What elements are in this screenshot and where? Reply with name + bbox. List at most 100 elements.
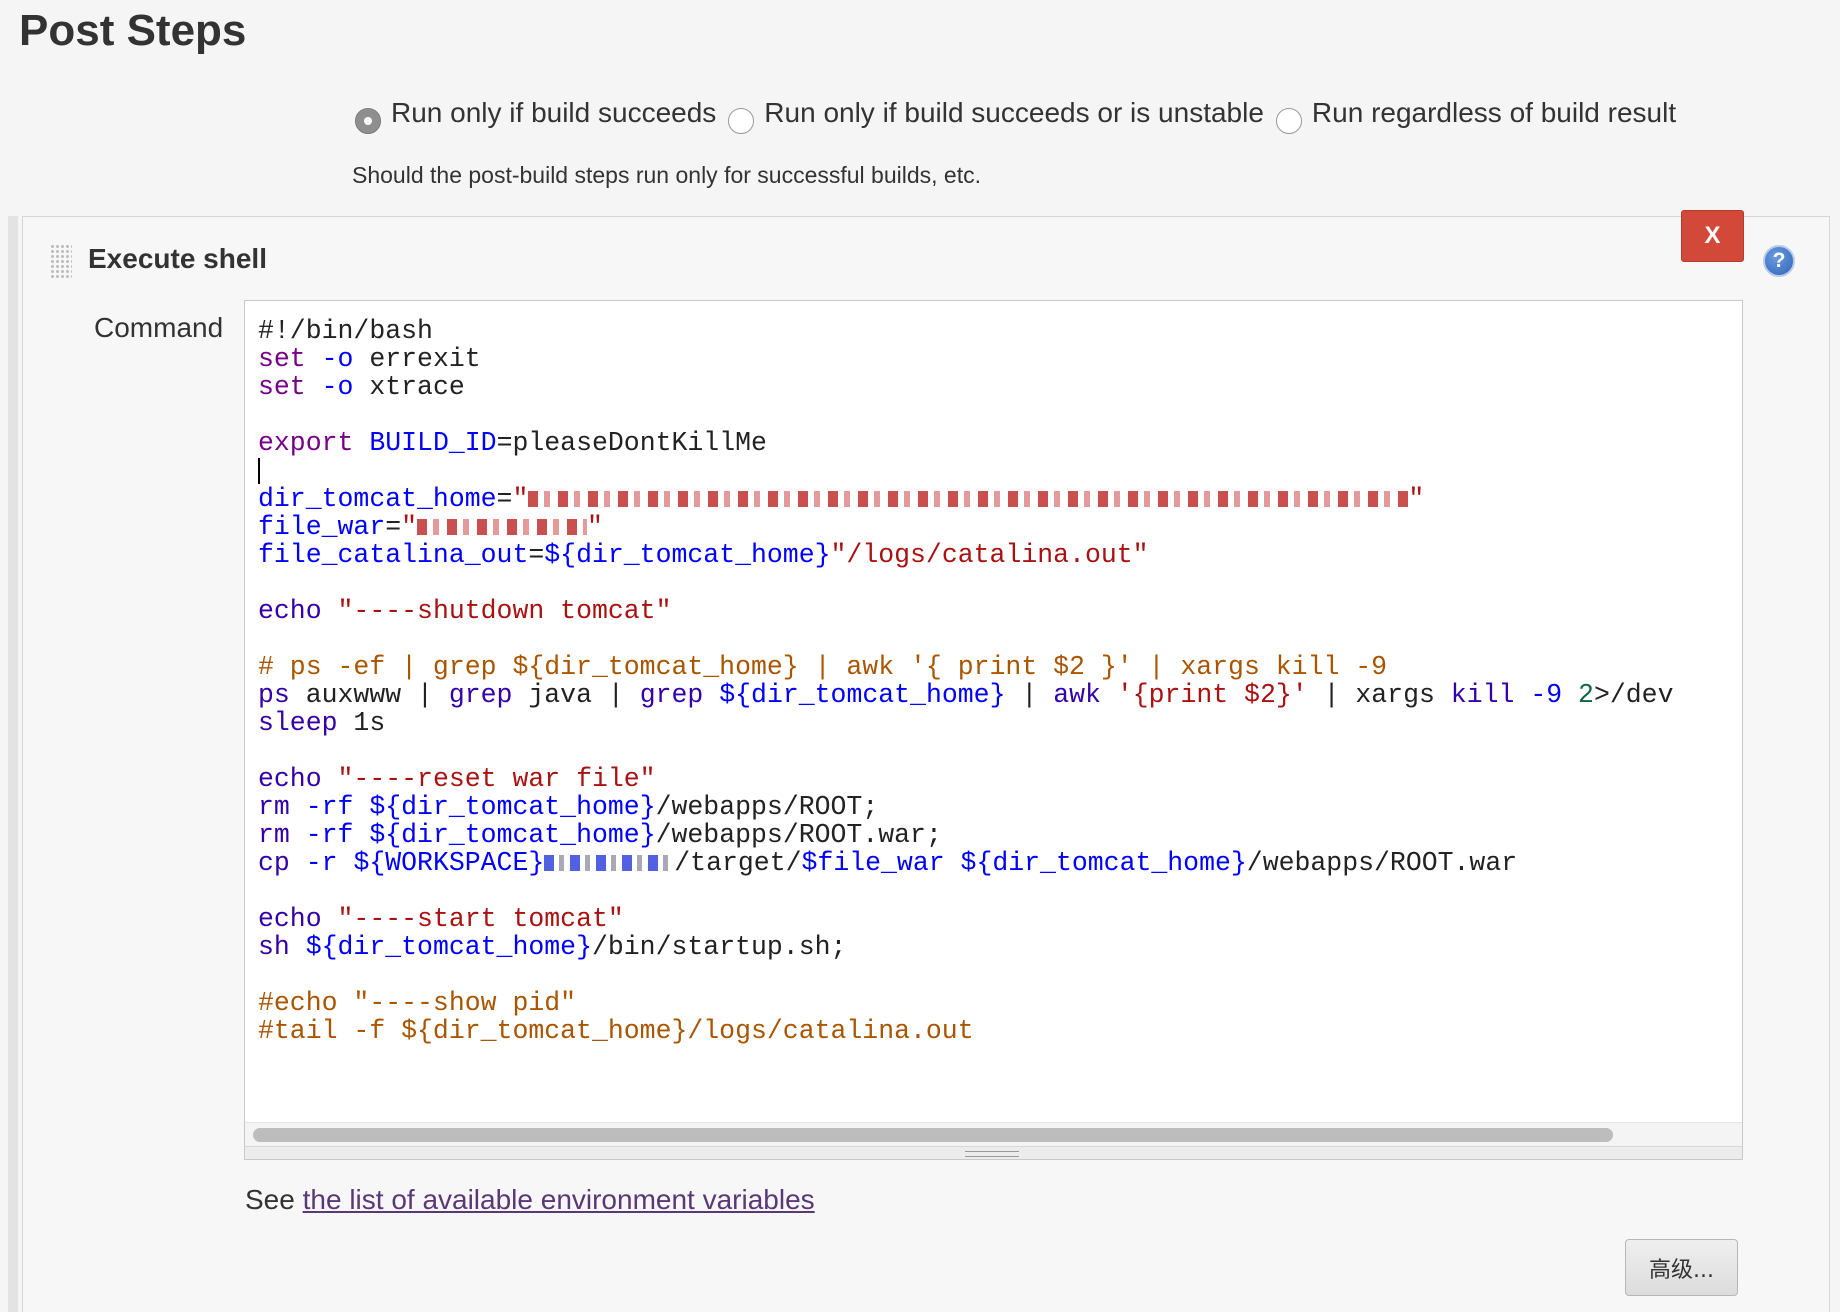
advanced-button[interactable]: 高级... [1625,1239,1738,1296]
code-token: -9 [1530,680,1563,710]
command-editor[interactable]: #!/bin/bash set -o errexit set -o xtrace e… [244,300,1743,1160]
code-token: "----start tomcat" [337,904,624,934]
command-label: Command [94,312,224,343]
code-token: $file_war [801,848,945,878]
code-token: ${dir_tomcat_home} [369,792,656,822]
code-token: = [496,484,513,514]
code-token: set [258,372,306,402]
code-token: BUILD_ID [369,428,497,458]
horizontal-scrollbar[interactable] [245,1122,1742,1147]
redacted-project [544,855,675,871]
code-token: java | [512,680,640,710]
radio-button[interactable] [1275,108,1302,134]
code-comment: #tail -f ${dir_tomcat_home}/logs/catalin… [258,1016,974,1046]
code-token: xtrace [369,372,465,402]
code-token: /target/ [674,848,802,878]
code-token: -r [305,848,338,878]
step-title: Execute shell [88,243,267,274]
code-token: " [1408,484,1425,514]
code-token: 2 [1578,680,1594,710]
code-token: | [1005,680,1054,710]
drag-handle-icon[interactable] [50,244,72,278]
code-token: set [258,344,306,374]
code-token: = [528,540,545,570]
code-token: = [385,512,402,542]
scrollbar-thumb[interactable] [253,1128,1613,1142]
radio-label: Run regardless of build result [1311,97,1677,128]
code-token: = [496,428,513,458]
editor-resize-handle[interactable] [245,1146,1742,1159]
code-token: "----reset war file" [337,764,656,794]
code-token: echo [258,596,322,626]
env-prefix: See [245,1184,303,1215]
code-token: rm [258,792,290,822]
code-token: auxwww | [289,680,449,710]
code-token: echo [258,764,322,794]
code-token: -rf [305,820,354,850]
code-token: " [512,484,529,514]
code-token: " [401,512,418,542]
code-token: ${dir_tomcat_home} [960,848,1247,878]
code-token: >/dev [1593,680,1674,710]
code-token: /webapps/ROOT.war [1246,848,1518,878]
code-token: rm [258,820,290,850]
code-token: errexit [369,344,481,374]
code-token: ${dir_tomcat_home} [719,680,1006,710]
radio-label: Run only if build succeeds or is unstabl… [764,97,1264,128]
radio-label: Run only if build succeeds [391,97,717,128]
redacted-path [528,491,1409,507]
code-token: 1s [337,708,386,738]
code-token: | xargs [1307,680,1451,710]
help-icon[interactable]: ? [1763,245,1795,277]
code-token: awk [1053,680,1101,710]
code-token: ps [258,680,290,710]
code-token: /bin/startup.sh; [591,932,847,962]
radio-run-if-succeeds[interactable]: Run only if build succeeds [355,97,717,134]
code-token: export [258,428,354,458]
redacted-filename [417,519,588,535]
code-token: grep [448,680,513,710]
radio-run-regardless[interactable]: Run regardless of build result [1275,97,1677,134]
code-token: -o [321,344,354,374]
run-condition-help: Should the post-build steps run only for… [352,162,982,188]
code-token: file_war [258,512,386,542]
delete-step-button[interactable]: X [1681,210,1744,262]
code-token: ${WORKSPACE} [353,848,545,878]
code-token: echo [258,904,322,934]
run-condition-radio-group: Run only if build succeeds Run only if b… [355,97,1688,134]
code-token: #!/bin/bash [258,316,433,346]
code-token: " [587,512,603,542]
code-token: ${dir_tomcat_home} [305,932,592,962]
code-token: -rf [305,792,354,822]
code-token: sh [258,932,290,962]
radio-run-if-succeeds-or-unstable[interactable]: Run only if build succeeds or is unstabl… [728,97,1264,134]
section-left-bar [8,216,18,1312]
code-token: ${dir_tomcat_home} [544,540,831,570]
command-code[interactable]: #!/bin/bash set -o errexit set -o xtrace e… [258,317,1673,1045]
page-title: Post Steps [19,6,247,55]
code-token: file_catalina_out [258,540,529,570]
text-cursor [258,458,260,484]
code-token: '{print $2}' [1116,680,1308,710]
code-token: /webapps/ROOT; [655,792,879,822]
code-token: /webapps/ROOT.war; [655,820,942,850]
code-token: dir_tomcat_home [258,484,497,514]
code-token: cp [258,848,290,878]
code-comment: #echo "----show pid" [258,988,577,1018]
radio-button-checked[interactable] [355,108,381,134]
env-variables-link[interactable]: the list of available environment variab… [303,1184,815,1215]
code-token: grep [639,680,704,710]
code-token: -o [321,372,354,402]
code-token: kill [1450,680,1515,710]
env-variables-hint: See the list of available environment va… [245,1184,815,1216]
code-token: sleep [258,708,338,738]
code-token: "----shutdown tomcat" [337,596,672,626]
code-token: pleaseDontKillMe [512,428,767,458]
radio-button[interactable] [728,108,755,134]
code-comment: # ps -ef | grep ${dir_tomcat_home} | awk… [258,652,1388,682]
code-token: "/logs/catalina.out" [830,540,1149,570]
